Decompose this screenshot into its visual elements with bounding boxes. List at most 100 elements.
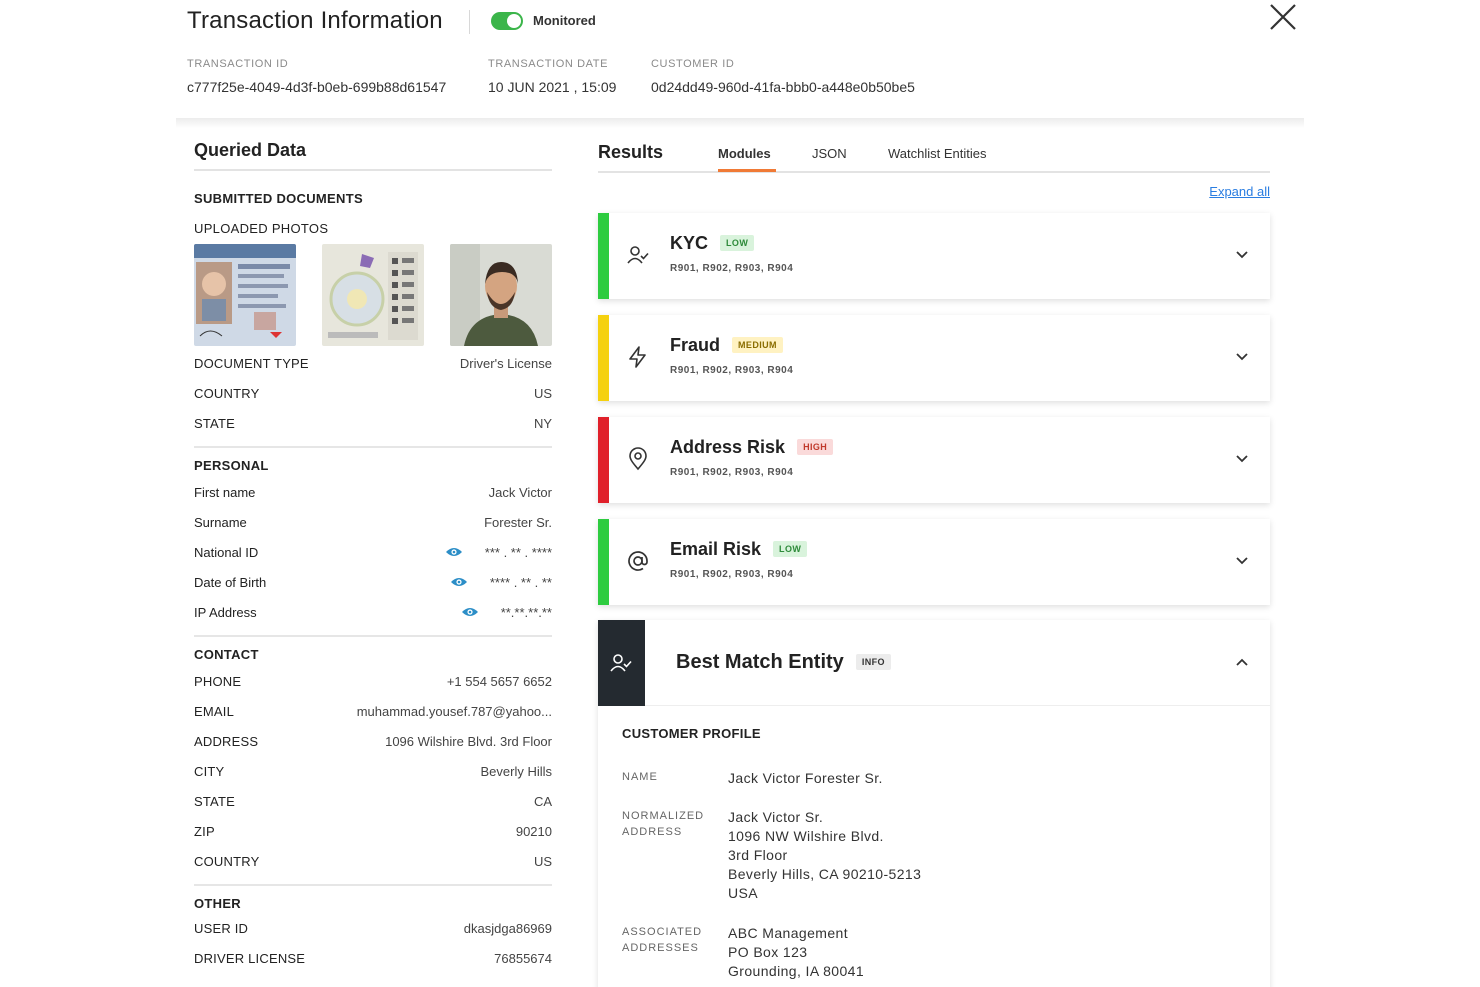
row-label: DRIVER LICENSE: [194, 950, 306, 966]
address-line: 1096 NW Wilshire Blvd.: [728, 828, 884, 844]
module-card-kyc[interactable]: KYC LOW R901, R902, R903, R904: [598, 213, 1270, 299]
profile-name-value: Jack Victor Forester Sr.: [728, 770, 883, 786]
selfie-photo[interactable]: [450, 244, 552, 346]
associated-addresses-label: ASSOCIATED ADDRESSES: [622, 924, 728, 981]
customer-id-value: 0d24dd49-960d-41fa-bbb0-a448e0b50be5: [651, 79, 915, 95]
module-card-address-risk[interactable]: Address Risk HIGH R901, R902, R903, R904: [598, 417, 1270, 503]
driver-license-row: DRIVER LICENSE 76855674: [194, 943, 552, 973]
monitored-toggle[interactable]: [491, 12, 523, 30]
eye-icon[interactable]: [450, 576, 468, 588]
surname-row: Surname Forester Sr.: [194, 507, 552, 537]
first-name-row: First name Jack Victor: [194, 477, 552, 507]
queried-data-title: Queried Data: [194, 140, 552, 171]
row-label: COUNTRY: [194, 853, 260, 869]
tab-modules[interactable]: Modules: [718, 146, 771, 161]
chevron-up-icon[interactable]: [1234, 654, 1250, 670]
module-name: Fraud MEDIUM: [670, 335, 783, 356]
chevron-down-icon[interactable]: [1234, 553, 1250, 569]
eye-icon[interactable]: [461, 606, 479, 618]
row-label: Surname: [194, 514, 247, 530]
uploaded-photos-heading: UPLOADED PHOTOS: [194, 221, 329, 236]
module-name-text: KYC: [670, 233, 709, 253]
risk-color-bar: [598, 417, 609, 503]
row-label: USER ID: [194, 920, 249, 936]
close-icon: [1270, 4, 1296, 30]
section-divider: [194, 446, 552, 448]
row-label: First name: [194, 484, 256, 500]
license-back-photo[interactable]: [322, 244, 424, 346]
email-row: EMAIL muhammad.yousef.787@yahoo...: [194, 696, 552, 726]
chevron-down-icon[interactable]: [1234, 247, 1250, 263]
contact-heading: CONTACT: [194, 647, 259, 662]
phone-row: PHONE +1 554 5657 6652: [194, 666, 552, 696]
city-row: CITY Beverly Hills: [194, 756, 552, 786]
chevron-down-icon[interactable]: [1234, 451, 1250, 467]
module-card-email-risk[interactable]: Email Risk LOW R901, R902, R903, R904: [598, 519, 1270, 605]
expand-all-link[interactable]: Expand all: [1209, 184, 1270, 199]
module-name: Email Risk LOW: [670, 539, 808, 560]
transaction-id-block: TRANSACTION ID c777f25e-4049-4d3f-b0eb-6…: [187, 58, 446, 95]
tab-json[interactable]: JSON: [812, 146, 847, 161]
customer-id-block: CUSTOMER ID 0d24dd49-960d-41fa-bbb0-a448…: [651, 58, 915, 95]
module-card-fraud[interactable]: Fraud MEDIUM R901, R902, R903, R904: [598, 315, 1270, 401]
header-shadow: [176, 118, 1304, 128]
transaction-id-value: c777f25e-4049-4d3f-b0eb-699b88d61547: [187, 79, 447, 95]
row-value: Beverly Hills: [480, 763, 552, 779]
best-match-header[interactable]: Best Match Entity INFO: [598, 620, 1270, 706]
user-check-icon: [627, 246, 649, 264]
header-divider: [469, 10, 470, 34]
module-name: Best Match Entity INFO: [676, 651, 891, 674]
active-tab-indicator: [718, 169, 776, 172]
row-value: NY: [533, 415, 552, 431]
address-line: PO Box 123: [728, 944, 808, 960]
row-label: ZIP: [194, 823, 215, 839]
masked-value: **.**.**.**: [500, 604, 552, 620]
normalized-address-value: Jack Victor Sr. 1096 NW Wilshire Blvd. 3…: [728, 808, 921, 903]
module-name-text: Email Risk: [670, 539, 762, 559]
label-line: ASSOCIATED: [622, 926, 703, 938]
document-state-row: STATE NY: [194, 408, 552, 438]
module-name-text: Fraud: [670, 335, 721, 355]
document-country-row: COUNTRY US: [194, 378, 552, 408]
chevron-down-icon[interactable]: [1234, 349, 1250, 365]
date-of-birth-row: Date of Birth **** . ** . **: [194, 567, 552, 597]
row-label: STATE: [194, 793, 235, 809]
row-value: CA: [533, 793, 552, 809]
associated-addresses-row: ASSOCIATED ADDRESSES ABC Management PO Bo…: [622, 924, 864, 981]
row-value: US: [533, 853, 552, 869]
tab-watchlist-entities[interactable]: Watchlist Entities: [888, 146, 987, 161]
row-value: 90210: [515, 823, 552, 839]
transaction-date-block: TRANSACTION DATE 10 JUN 2021 , 15:09: [488, 58, 616, 95]
row-value: dkasjdga86969: [463, 920, 552, 936]
risk-badge: LOW: [720, 235, 755, 251]
lightning-icon: [629, 346, 646, 368]
rule-codes: R901, R902, R903, R904: [670, 263, 794, 274]
module-name-text: Address Risk: [670, 437, 786, 457]
close-button[interactable]: [1266, 0, 1300, 34]
row-value: muhammad.yousef.787@yahoo...: [356, 703, 552, 719]
contact-country-row: COUNTRY US: [194, 846, 552, 876]
risk-badge: HIGH: [797, 439, 834, 455]
at-sign-icon: [628, 551, 648, 571]
masked-value: *** . ** . ****: [484, 544, 552, 560]
page-title: Transaction Information: [187, 7, 443, 34]
location-pin-icon: [629, 447, 647, 471]
national-id-row: National ID *** . ** . ****: [194, 537, 552, 567]
row-value: 1096 Wilshire Blvd. 3rd Floor: [385, 733, 552, 749]
license-front-photo[interactable]: [194, 244, 296, 346]
module-name: Address Risk HIGH: [670, 437, 834, 458]
ip-address-row: IP Address **.**.**.**: [194, 597, 552, 627]
info-badge: INFO: [855, 654, 891, 670]
eye-icon[interactable]: [445, 546, 463, 558]
module-name: KYC LOW: [670, 233, 755, 254]
document-details: DOCUMENT TYPE Driver's License COUNTRY US …: [194, 348, 552, 438]
rule-codes: R901, R902, R903, R904: [670, 569, 794, 580]
address-line: USA: [728, 885, 758, 901]
address-line: Beverly Hills, CA 90210-5213: [728, 866, 922, 882]
results-title: Results: [598, 142, 664, 162]
customer-profile-heading: CUSTOMER PROFILE: [622, 726, 761, 741]
row-label: COUNTRY: [194, 385, 260, 401]
rule-codes: R901, R902, R903, R904: [670, 467, 794, 478]
row-value: US: [533, 385, 552, 401]
risk-color-bar: [598, 213, 609, 299]
